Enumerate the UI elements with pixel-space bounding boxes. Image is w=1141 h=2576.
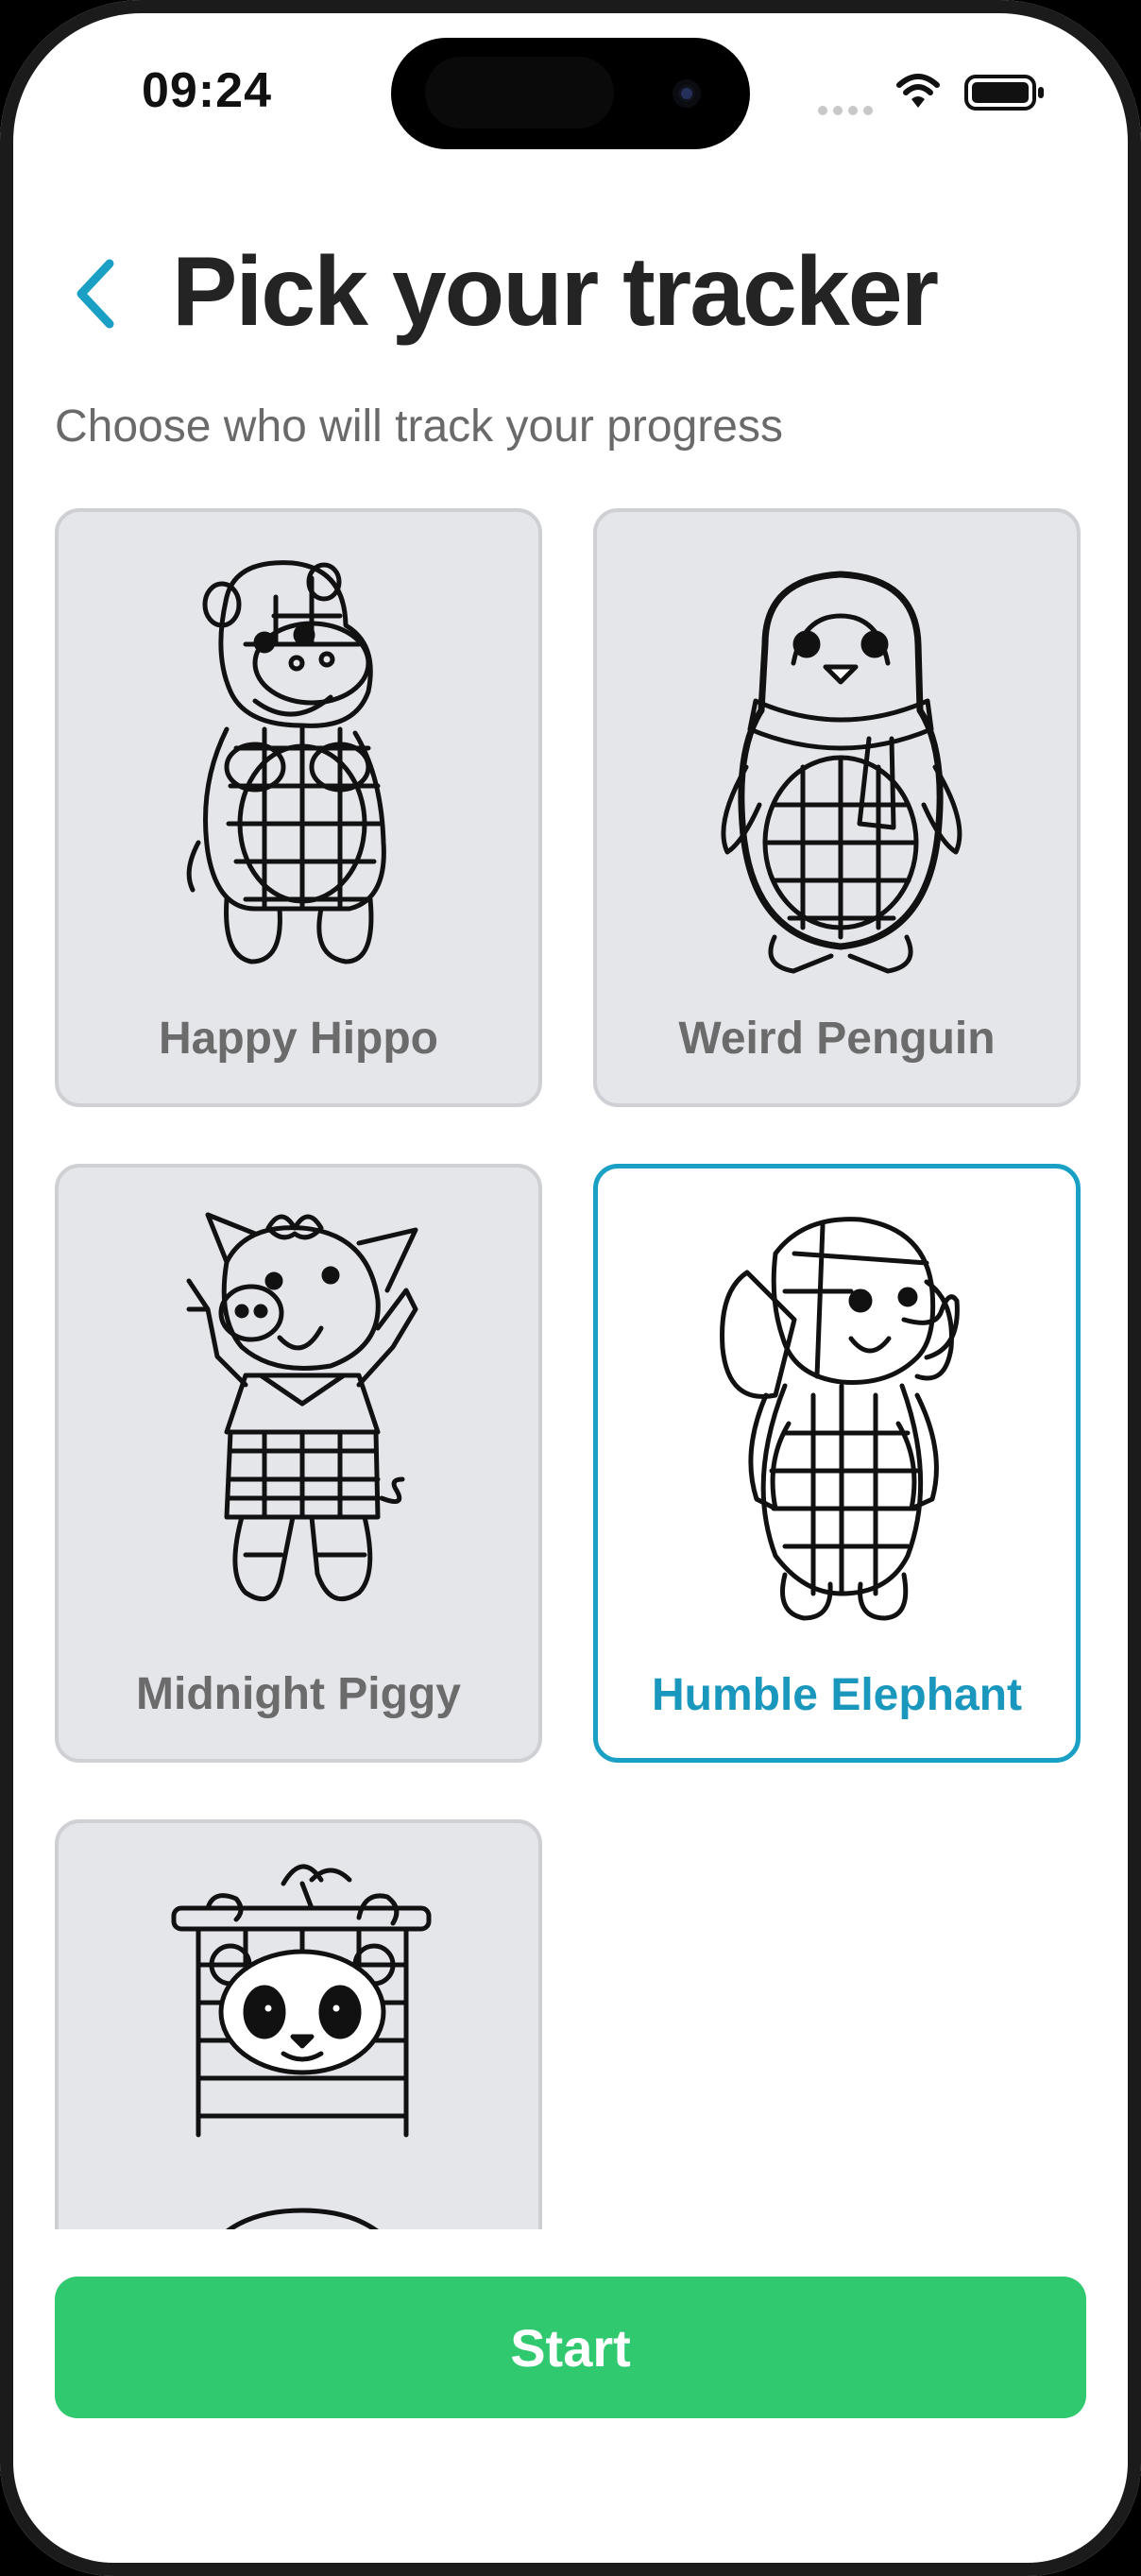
tracker-card-humble-elephant[interactable]: Humble Elephant [593, 1164, 1081, 1763]
tracker-card-midnight-piggy[interactable]: Midnight Piggy [55, 1164, 542, 1763]
elephant-illustration [720, 1217, 960, 1621]
status-bar: 09:24 [0, 0, 1141, 189]
page-subtitle: Choose who will track your progress [55, 401, 783, 452]
tracker-card-happy-hippo[interactable]: Happy Hippo [55, 508, 542, 1107]
start-button-label: Start [510, 2317, 631, 2378]
phone-screen: 09:24 Pick your tracker Choose who will … [0, 0, 1141, 2576]
page-title: Pick your tracker [172, 237, 939, 347]
back-button[interactable] [62, 242, 128, 346]
battery-icon [964, 75, 1044, 111]
tracker-grid[interactable]: Happy Hippo Weird Penguin Midnight Piggy… [0, 503, 1141, 2229]
tracker-card-weird-penguin[interactable]: Weird Penguin [593, 508, 1081, 1107]
tracker-name: Humble Elephant [651, 1670, 1023, 1720]
tracker-card-panda[interactable] [55, 1819, 542, 2229]
chevron-left-icon [77, 259, 114, 329]
hippo-illustration [186, 560, 386, 964]
wifi-icon [896, 74, 940, 108]
dynamic-island [391, 38, 750, 149]
start-button[interactable]: Start [55, 2277, 1086, 2418]
penguin-illustration [721, 571, 962, 974]
header: Pick your tracker [0, 217, 1141, 368]
pig-illustration [186, 1212, 418, 1602]
tracker-name: Happy Hippo [159, 1014, 438, 1064]
tracker-name: Midnight Piggy [136, 1669, 461, 1719]
status-time: 09:24 [142, 63, 272, 118]
tracker-name: Weird Penguin [678, 1014, 996, 1064]
signal-dots-icon [818, 106, 873, 115]
panda-illustration [171, 1864, 432, 2229]
